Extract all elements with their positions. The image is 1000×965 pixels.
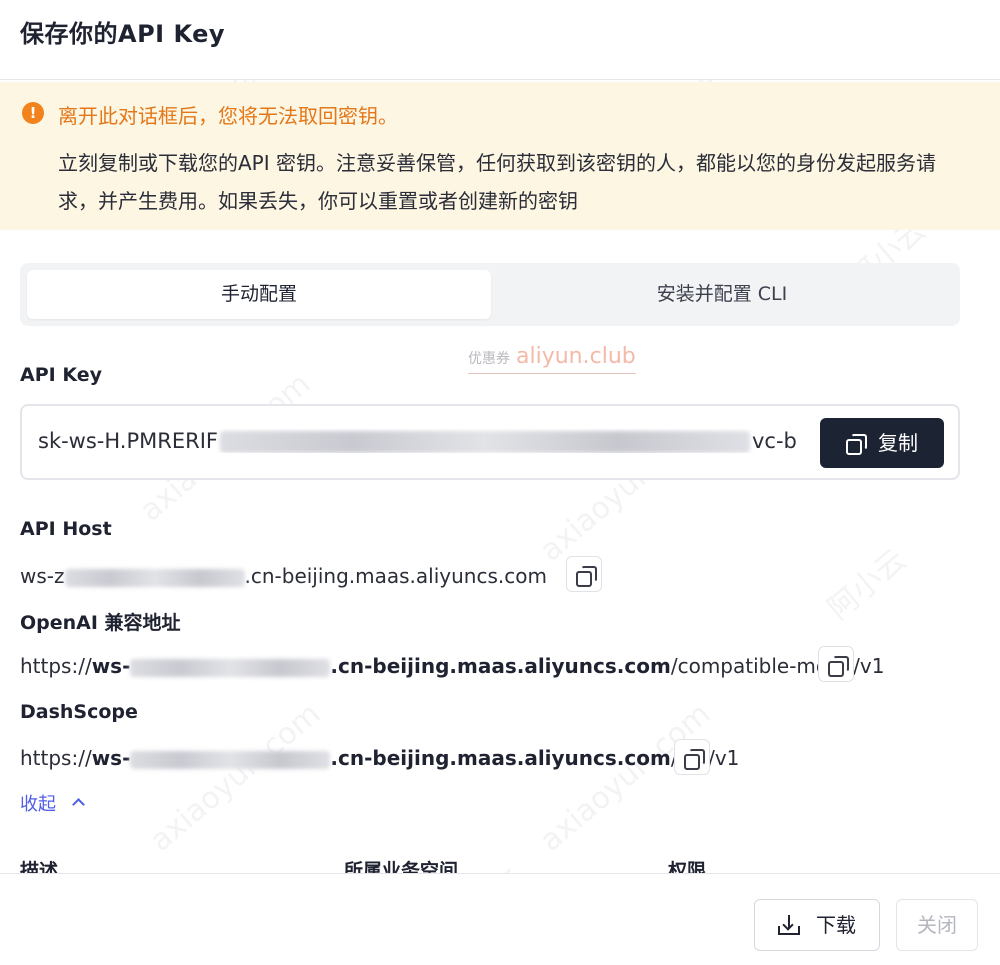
openai-url-label: OpenAI 兼容地址 [20, 612, 181, 634]
dialog-title: 保存你的API Key [20, 20, 226, 48]
collapse-label: 收起 [20, 794, 56, 815]
promo-watermark: 优惠券 aliyun.club [468, 343, 636, 374]
dashscope-url-host-suffix: .cn-beijing.maas.aliyuncs.com [330, 746, 671, 770]
copy-api-key-button[interactable]: 复制 [820, 418, 944, 468]
openai-url-scheme: https:// [20, 654, 92, 678]
warning-banner: ! 离开此对话框后，您将无法取回密钥。 立刻复制或下载您的API 密钥。注意妥善… [0, 82, 1000, 230]
dashscope-url-host-prefix: ws- [91, 746, 131, 770]
exclamation-icon: ! [22, 102, 44, 124]
dashscope-url-label: DashScope [20, 701, 138, 723]
promo-site-text: aliyun.club [516, 344, 636, 369]
chevron-up-icon [72, 798, 85, 811]
dashscope-url-redacted [130, 750, 331, 769]
copy-icon [576, 566, 597, 587]
column-header-workspace: 所属业务空间 [344, 860, 459, 874]
watermark: 阿小云 [821, 542, 913, 628]
tab-cli-config[interactable]: 安装并配置 CLI [490, 270, 954, 319]
copy-icon [846, 434, 867, 455]
api-host-redacted [64, 568, 245, 587]
api-key-label: API Key [20, 364, 102, 386]
api-host-value: ws-z .cn-beijing.maas.aliyuncs.com [20, 564, 547, 588]
dialog-header: 保存你的API Key [0, 0, 1000, 80]
dashscope-url-scheme: https:// [20, 746, 92, 770]
dashscope-url-value: https://ws- .cn-beijing.maas.aliyuncs.com… [20, 746, 739, 770]
api-host-label: API Host [20, 518, 112, 540]
watermark: axiaoyun.com [143, 696, 328, 859]
api-host-prefix: ws-z [20, 564, 65, 588]
config-tabs: 手动配置 安装并配置 CLI [20, 263, 960, 326]
collapse-link[interactable]: 收起 [20, 790, 85, 816]
api-host-suffix: .cn-beijing.maas.aliyuncs.com [244, 564, 547, 588]
copy-button-label: 复制 [878, 431, 918, 455]
api-key-field[interactable]: sk-ws-H.PMRERIF vc-b 复制 [20, 404, 960, 480]
copy-icon [684, 749, 705, 770]
openai-url-redacted [130, 658, 331, 677]
api-key-value-end: vc-b [751, 429, 797, 453]
save-api-key-dialog: axiaoyun.com axiaoyun.com 阿小云 axiaoyun.c… [0, 0, 1000, 965]
copy-openai-url-button[interactable] [818, 646, 854, 682]
api-key-value-start: sk-ws-H.PMRERIF [38, 429, 218, 453]
download-label: 下载 [816, 913, 856, 937]
api-key-redacted [219, 431, 750, 453]
copy-dashscope-url-button[interactable] [674, 739, 710, 775]
tab-manual-config[interactable]: 手动配置 [27, 270, 491, 319]
warning-body: 立刻复制或下载您的API 密钥。注意妥善保管，任何获取到该密钥的人，都能以您的身… [58, 151, 936, 213]
openai-url-value: https://ws- .cn-beijing.maas.aliyuncs.com… [20, 654, 884, 678]
copy-api-host-button[interactable] [566, 556, 602, 592]
download-button[interactable]: 下载 [754, 899, 880, 951]
warning-title: 离开此对话框后，您将无法取回密钥。 [58, 104, 398, 128]
dialog-footer: 下载 关闭 [0, 873, 1000, 965]
watermark: axiaoyun.com [533, 696, 718, 859]
column-header-permission: 权限 [668, 860, 707, 874]
openai-url-host-prefix: ws- [91, 654, 131, 678]
download-icon [778, 915, 800, 935]
openai-url-host-suffix: .cn-beijing.maas.aliyuncs.com [330, 654, 671, 678]
promo-small-text: 优惠券 [468, 351, 510, 367]
api-key-value: sk-ws-H.PMRERIF vc-b [38, 429, 818, 453]
copy-icon [828, 656, 849, 677]
column-header-description: 描述 [20, 860, 59, 874]
close-button[interactable]: 关闭 [896, 899, 978, 951]
